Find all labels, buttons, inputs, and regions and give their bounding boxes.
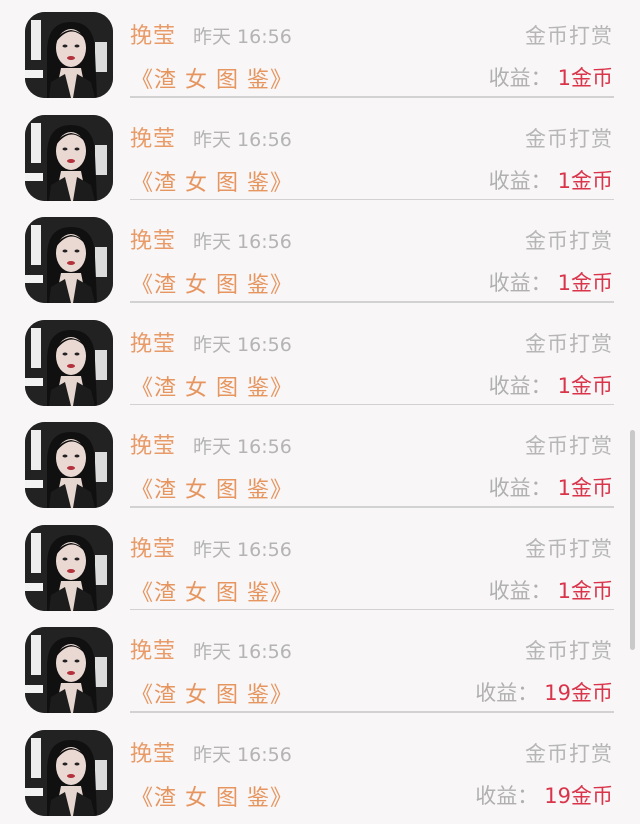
list-item[interactable]: 挽莹 昨天 16:56 金币打赏 《渣 女 图 鉴》 收益： 19金币 [0,718,640,821]
work-title-link[interactable]: 《渣 女 图 鉴》 [131,472,293,504]
work-title-link[interactable]: 《渣 女 图 鉴》 [131,165,293,197]
income-label: 收益： [488,66,552,90]
user-avatar[interactable] [25,12,113,98]
divider [130,301,614,303]
reward-type: 金币打赏 [525,126,613,151]
income-value: 1金币 [557,168,613,193]
timestamp: 昨天 16:56 [193,128,292,151]
user-avatar[interactable] [25,422,113,508]
user-name[interactable]: 挽莹 [130,223,176,255]
timestamp: 昨天 16:56 [193,231,292,253]
reward-type: 金币打赏 [525,639,613,663]
avatar-photo-icon [25,217,113,303]
reward-type: 金币打赏 [525,24,613,48]
list-item[interactable]: 挽莹 昨天 16:56 金币打赏 《渣 女 图 鉴》 收益： 1金币 [0,205,640,308]
income-label: 收益： [488,373,552,398]
list-item[interactable]: 挽莹 昨天 16:56 金币打赏 《渣 女 图 鉴》 收益： 1金币 [0,0,640,103]
work-title-link[interactable]: 《渣 女 图 鉴》 [131,62,293,94]
user-avatar[interactable] [25,524,113,611]
avatar-photo-icon [25,729,113,816]
reward-list[interactable]: 挽莹 昨天 16:56 金币打赏 《渣 女 图 鉴》 收益： 1金币 挽莹 昨天… [0,0,640,820]
divider [130,506,614,508]
income-label: 收益： [475,681,539,705]
list-item[interactable]: 挽莹 昨天 16:56 金币打赏 《渣 女 图 鉴》 收益： 1金币 [0,103,640,206]
avatar-photo-icon [25,524,113,611]
income-value: 1金币 [557,578,613,603]
avatar-photo-icon [25,627,113,713]
reward-type: 金币打赏 [525,434,613,458]
user-avatar[interactable] [25,319,113,406]
work-title-link[interactable]: 《渣 女 图 鉴》 [131,575,293,607]
divider [130,608,614,610]
avatar-photo-icon [25,422,113,508]
income: 收益： 1金币 [489,575,613,605]
income-label: 收益： [488,476,552,500]
income-value: 1金币 [557,271,613,295]
scrollbar[interactable] [630,430,635,650]
income: 收益： 19金币 [475,677,613,707]
avatar-photo-icon [25,319,113,406]
income: 收益： 1金币 [489,370,613,400]
income: 收益： 1金币 [489,165,613,195]
income-label: 收益： [475,783,539,808]
user-name[interactable]: 挽莹 [130,633,176,665]
user-name[interactable]: 挽莹 [130,531,176,563]
list-item[interactable]: 挽莹 昨天 16:56 金币打赏 《渣 女 图 鉴》 收益： 1金币 [0,308,640,411]
timestamp: 昨天 16:56 [193,538,292,561]
income-label: 收益： [488,578,552,603]
user-name[interactable]: 挽莹 [130,18,176,50]
work-title-link[interactable]: 《渣 女 图 鉴》 [131,267,293,299]
user-name[interactable]: 挽莹 [130,121,176,153]
timestamp: 昨天 16:56 [193,26,292,48]
income: 收益： 1金币 [489,472,613,502]
income-value: 1金币 [557,373,613,398]
avatar-photo-icon [25,114,113,201]
list-item[interactable]: 挽莹 昨天 16:56 金币打赏 《渣 女 图 鉴》 收益： 1金币 [0,410,640,513]
divider [130,96,614,98]
list-item[interactable]: 挽莹 昨天 16:56 金币打赏 《渣 女 图 鉴》 收益： 19金币 [0,615,640,718]
divider [130,403,614,405]
list-item[interactable]: 挽莹 昨天 16:56 金币打赏 《渣 女 图 鉴》 收益： 1金币 [0,513,640,616]
income-value: 19金币 [544,783,613,808]
income: 收益： 1金币 [489,267,613,297]
reward-type: 金币打赏 [525,536,613,561]
income-label: 收益： [488,168,552,193]
user-avatar[interactable] [25,114,113,201]
avatar-photo-icon [25,12,113,98]
work-title-link[interactable]: 《渣 女 图 鉴》 [131,370,293,402]
divider [130,198,614,200]
divider [130,711,614,713]
timestamp: 昨天 16:56 [193,333,292,356]
work-title-link[interactable]: 《渣 女 图 鉴》 [131,677,293,709]
user-avatar[interactable] [25,627,113,713]
user-name[interactable]: 挽莹 [130,326,176,358]
income-value: 1金币 [557,476,613,500]
user-name[interactable]: 挽莹 [130,736,176,768]
reward-type: 金币打赏 [525,331,613,356]
income: 收益： 1金币 [489,62,613,92]
timestamp: 昨天 16:56 [193,436,292,458]
income-label: 收益： [488,271,552,295]
reward-type: 金币打赏 [525,229,613,253]
income-value: 1金币 [557,66,613,90]
timestamp: 昨天 16:56 [193,743,292,766]
reward-type: 金币打赏 [525,741,613,766]
work-title-link[interactable]: 《渣 女 图 鉴》 [131,780,293,812]
income-value: 19金币 [544,681,613,705]
user-avatar[interactable] [25,217,113,303]
income: 收益： 19金币 [475,780,613,810]
user-name[interactable]: 挽莹 [130,428,176,460]
timestamp: 昨天 16:56 [193,641,292,663]
user-avatar[interactable] [25,729,113,816]
